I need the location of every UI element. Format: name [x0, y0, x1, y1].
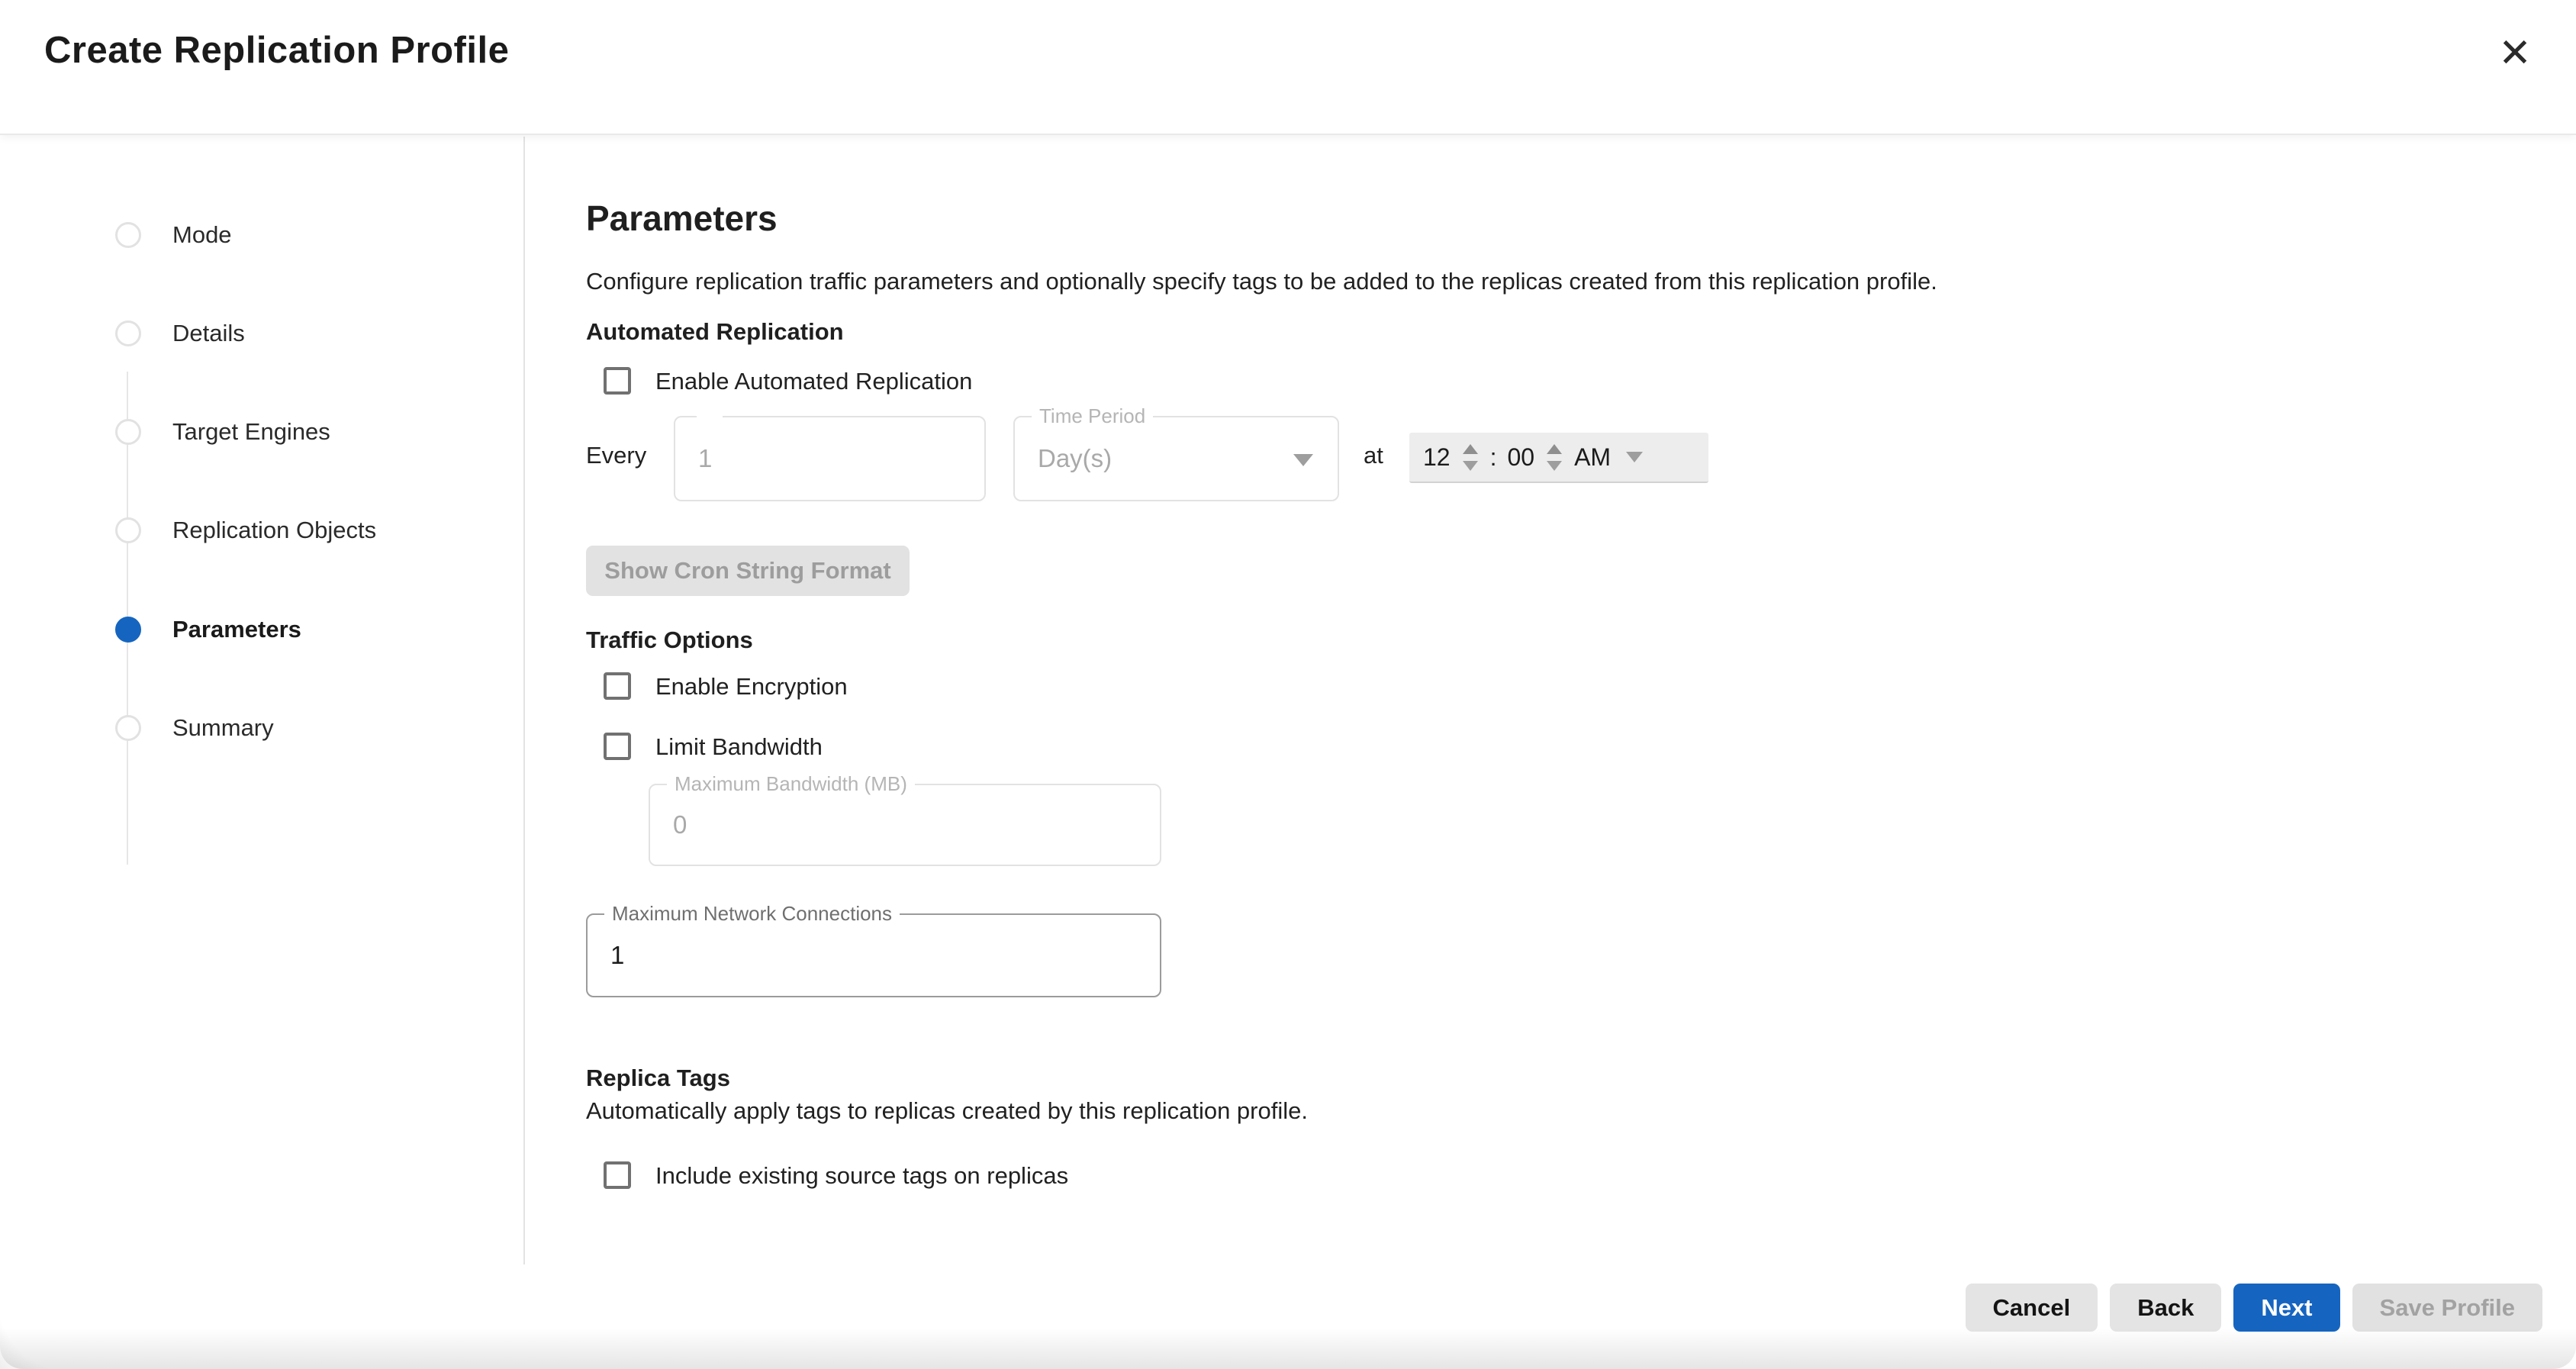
meridiem-value[interactable]: AM	[1574, 443, 1611, 472]
enable-automated-replication-checkbox[interactable]	[604, 367, 631, 395]
step-circle-icon	[115, 222, 141, 248]
meridiem-dropdown-icon[interactable]	[1626, 452, 1643, 462]
step-label: Parameters	[172, 616, 301, 643]
time-picker[interactable]: 12 : 00 AM	[1409, 433, 1708, 483]
footer-buttons: Cancel Back Next Save Profile	[1966, 1284, 2542, 1332]
step-circle-icon	[115, 321, 141, 346]
cancel-button[interactable]: Cancel	[1966, 1284, 2098, 1332]
spinner-down-icon[interactable]	[1547, 461, 1562, 471]
max-bandwidth-value: 0	[673, 810, 687, 839]
step-label: Mode	[172, 221, 232, 249]
interval-value: 1	[698, 444, 712, 473]
spinner-up-icon[interactable]	[1547, 444, 1562, 454]
time-separator: :	[1490, 443, 1497, 472]
stepper-step-summary[interactable]: Summary	[0, 714, 523, 742]
checkbox-label: Enable Automated Replication	[655, 367, 972, 396]
stepper-step-mode[interactable]: Mode	[0, 221, 523, 249]
max-network-connections-input[interactable]: Maximum Network Connections 1	[586, 913, 1161, 997]
step-label: Details	[172, 320, 245, 347]
minute-value[interactable]: 00	[1507, 443, 1534, 472]
include-source-tags-checkbox[interactable]	[604, 1161, 631, 1189]
replica-tags-heading: Replica Tags	[586, 1065, 730, 1092]
stepper-step-details[interactable]: Details	[0, 320, 523, 347]
max-network-connections-label: Maximum Network Connections	[604, 902, 900, 926]
hour-value[interactable]: 12	[1423, 443, 1451, 472]
dialog-header: Create Replication Profile ✕	[0, 0, 2576, 135]
stepper-step-replication-objects[interactable]: Replication Objects	[0, 517, 523, 544]
step-active-circle-icon	[115, 617, 141, 643]
checkbox-label: Enable Encryption	[655, 672, 848, 701]
stepper-step-target-engines[interactable]: Target Engines	[0, 418, 523, 446]
chevron-down-icon	[1293, 454, 1313, 466]
wizard-stepper: Mode Details Target Engines Replication …	[0, 137, 523, 1265]
back-button[interactable]: Back	[2110, 1284, 2221, 1332]
spinner-up-icon[interactable]	[1463, 444, 1478, 454]
input-label-notch	[697, 416, 723, 417]
next-button[interactable]: Next	[2233, 1284, 2339, 1332]
hour-spinner[interactable]	[1461, 444, 1480, 471]
max-bandwidth-label: Maximum Bandwidth (MB)	[667, 772, 915, 796]
every-label: Every	[586, 442, 646, 469]
checkbox-label: Include existing source tags on replicas	[655, 1161, 1068, 1190]
spinner-down-icon[interactable]	[1463, 461, 1478, 471]
replica-tags-description: Automatically apply tags to replicas cre…	[586, 1097, 1308, 1125]
dialog-title: Create Replication Profile	[44, 29, 509, 72]
max-network-connections-value: 1	[610, 941, 624, 970]
step-label: Summary	[172, 714, 274, 742]
save-profile-button[interactable]: Save Profile	[2352, 1284, 2542, 1332]
checkbox-label: Limit Bandwidth	[655, 733, 823, 762]
automated-replication-heading: Automated Replication	[586, 318, 844, 346]
create-replication-profile-dialog: Create Replication Profile ✕ Mode Detail…	[0, 0, 2576, 1369]
limit-bandwidth-checkbox[interactable]	[604, 733, 631, 760]
step-circle-icon	[115, 419, 141, 445]
step-circle-icon	[115, 517, 141, 543]
at-label: at	[1364, 442, 1383, 469]
step-label: Replication Objects	[172, 517, 376, 544]
step-label: Target Engines	[172, 418, 330, 446]
time-period-label: Time Period	[1032, 404, 1153, 428]
traffic-options-heading: Traffic Options	[586, 627, 753, 654]
close-icon[interactable]: ✕	[2494, 32, 2536, 75]
show-cron-string-format-button[interactable]: Show Cron String Format	[586, 546, 910, 596]
stepper-step-parameters[interactable]: Parameters	[0, 616, 523, 643]
time-period-value: Day(s)	[1038, 444, 1112, 473]
dialog-footer: Cancel Back Next Save Profile	[0, 1265, 2576, 1369]
enable-encryption-checkbox[interactable]	[604, 672, 631, 700]
page-description: Configure replication traffic parameters…	[586, 268, 1937, 295]
step-circle-icon	[115, 715, 141, 741]
parameters-panel: Parameters Configure replication traffic…	[525, 137, 2576, 1265]
interval-input[interactable]: 1	[674, 416, 986, 501]
minute-spinner[interactable]	[1545, 444, 1563, 471]
max-bandwidth-input[interactable]: Maximum Bandwidth (MB) 0	[649, 784, 1161, 866]
page-title: Parameters	[586, 198, 778, 239]
time-period-select[interactable]: Time Period Day(s)	[1013, 416, 1339, 501]
